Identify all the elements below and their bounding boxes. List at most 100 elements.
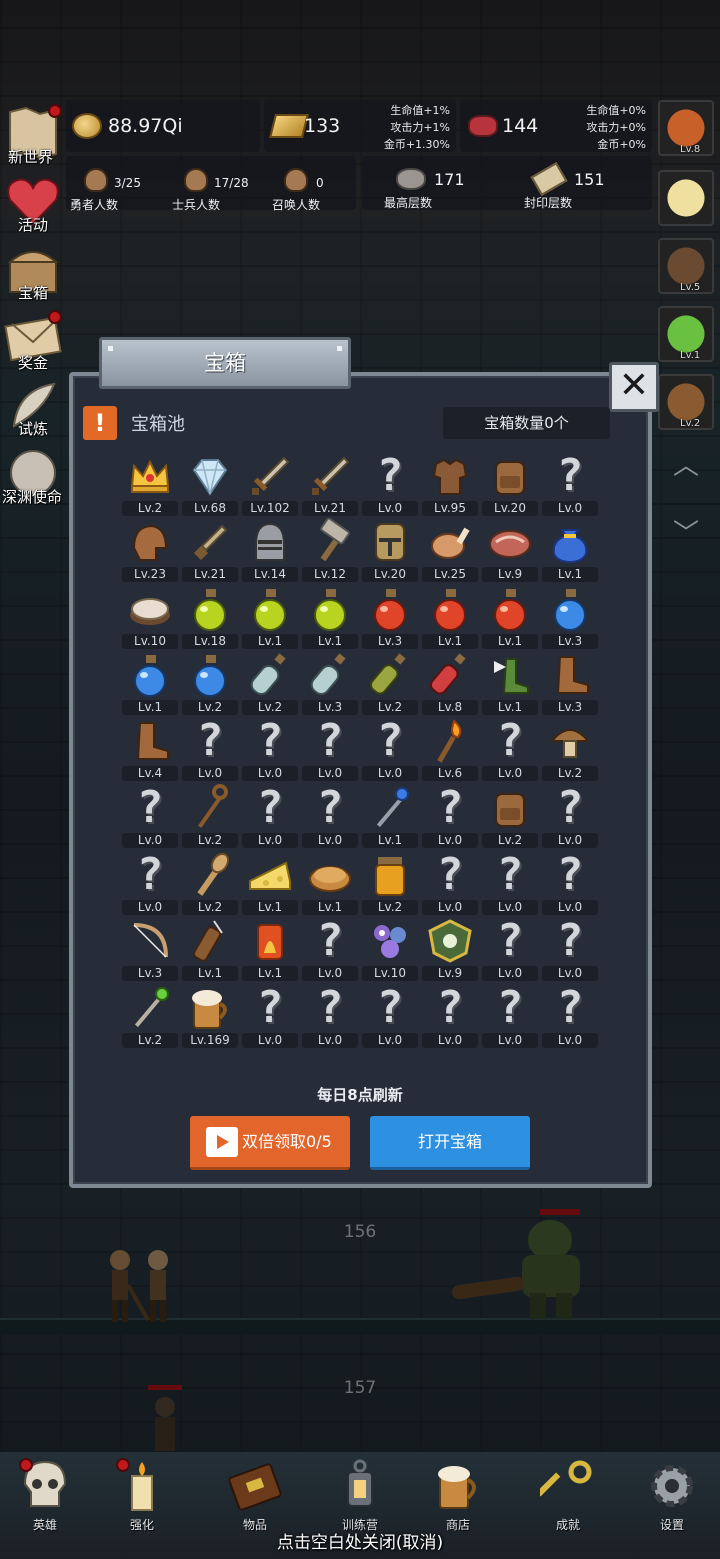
- item-slot[interactable]: Lv.2: [180, 651, 240, 717]
- item-slot[interactable]: Lv.2: [480, 784, 540, 850]
- item-slot[interactable]: Lv.95: [420, 452, 480, 518]
- item-slot[interactable]: Lv.1: [120, 651, 180, 717]
- item-slot[interactable]: Lv.2: [120, 452, 180, 518]
- item-slot[interactable]: ? Lv.0: [300, 917, 360, 983]
- close-hint[interactable]: 点击空白处关闭(取消): [0, 1528, 720, 1553]
- nav-lantern[interactable]: 训练营: [320, 1458, 400, 1538]
- item-level: Lv.3: [302, 700, 358, 715]
- nav-candle[interactable]: 强化: [102, 1458, 182, 1538]
- beer-icon: [186, 984, 234, 1032]
- unknown-icon: ?: [316, 782, 344, 833]
- item-slot[interactable]: Lv.1: [300, 585, 360, 651]
- item-slot[interactable]: ? Lv.0: [540, 452, 600, 518]
- item-slot[interactable]: ? Lv.0: [120, 851, 180, 917]
- scroll-down-icon[interactable]: ﹀: [670, 518, 702, 550]
- item-slot[interactable]: Lv.2: [360, 851, 420, 917]
- item-slot[interactable]: Lv.3: [540, 651, 600, 717]
- staff-icon: [186, 784, 234, 832]
- nav-beer[interactable]: 商店: [418, 1458, 498, 1538]
- item-slot[interactable]: Lv.18: [180, 585, 240, 651]
- item-slot[interactable]: Lv.8: [420, 651, 480, 717]
- item-slot[interactable]: Lv.1: [240, 917, 300, 983]
- open-chest-button[interactable]: 打开宝箱: [370, 1116, 530, 1170]
- double-claim-button[interactable]: 双倍领取0/5: [190, 1116, 350, 1170]
- item-slot[interactable]: Lv.2: [180, 851, 240, 917]
- unknown-icon: ?: [196, 715, 224, 766]
- item-slot[interactable]: Lv.2: [240, 651, 300, 717]
- item-slot[interactable]: Lv.20: [360, 518, 420, 584]
- item-slot[interactable]: Lv.14: [240, 518, 300, 584]
- cheese-icon: [246, 851, 294, 899]
- item-slot[interactable]: ? Lv.0: [240, 784, 300, 850]
- item-slot[interactable]: Lv.1: [420, 585, 480, 651]
- item-slot[interactable]: ? Lv.0: [480, 851, 540, 917]
- item-slot[interactable]: ? Lv.0: [180, 717, 240, 783]
- item-slot[interactable]: ? Lv.0: [300, 717, 360, 783]
- item-slot[interactable]: Lv.1: [240, 851, 300, 917]
- item-slot[interactable]: Lv.1: [360, 784, 420, 850]
- nav-gear[interactable]: 设置: [632, 1458, 712, 1538]
- item-slot[interactable]: Lv.9: [420, 917, 480, 983]
- item-slot[interactable]: Lv.2: [120, 984, 180, 1050]
- item-slot[interactable]: ? Lv.0: [360, 717, 420, 783]
- item-slot[interactable]: ? Lv.0: [480, 984, 540, 1050]
- item-slot[interactable]: Lv.2: [180, 784, 240, 850]
- wand-icon: [366, 784, 414, 832]
- nav-key[interactable]: 成就: [528, 1458, 608, 1538]
- info-icon[interactable]: !: [83, 406, 117, 440]
- nav-book[interactable]: 物品: [215, 1458, 295, 1538]
- item-slot[interactable]: Lv.68: [180, 452, 240, 518]
- mushroom-icon: [546, 717, 594, 765]
- item-slot[interactable]: Lv.3: [300, 651, 360, 717]
- tentacle-icon: [366, 917, 414, 965]
- item-slot[interactable]: Lv.21: [300, 452, 360, 518]
- close-button[interactable]: ✕: [609, 362, 659, 412]
- item-slot[interactable]: Lv.23: [120, 518, 180, 584]
- unknown-icon: ?: [496, 715, 524, 766]
- item-slot[interactable]: ? Lv.0: [540, 917, 600, 983]
- scroll-up-icon[interactable]: ︿: [670, 450, 702, 482]
- item-slot[interactable]: Lv.21: [180, 518, 240, 584]
- item-slot[interactable]: Lv.102: [240, 452, 300, 518]
- item-slot[interactable]: ? Lv.0: [360, 984, 420, 1050]
- item-slot[interactable]: Lv.1: [480, 585, 540, 651]
- item-slot[interactable]: Lv.1: [300, 851, 360, 917]
- item-level: Lv.1: [422, 634, 478, 649]
- item-slot[interactable]: Lv.9: [480, 518, 540, 584]
- item-slot[interactable]: ? Lv.0: [420, 784, 480, 850]
- item-slot[interactable]: Lv.6: [420, 717, 480, 783]
- item-slot[interactable]: Lv.20: [480, 452, 540, 518]
- unknown-icon: ?: [316, 915, 344, 966]
- candle-icon[interactable]: [658, 170, 714, 226]
- item-slot[interactable]: Lv.10: [120, 585, 180, 651]
- item-slot[interactable]: Lv.10: [360, 917, 420, 983]
- nav-skull[interactable]: 英雄: [5, 1458, 85, 1538]
- item-slot[interactable]: Lv.3: [540, 585, 600, 651]
- item-slot[interactable]: ? Lv.0: [540, 984, 600, 1050]
- item-slot[interactable]: ? Lv.0: [300, 984, 360, 1050]
- item-slot[interactable]: Lv.2: [360, 651, 420, 717]
- lantern-icon: [332, 1458, 388, 1514]
- item-slot[interactable]: ? Lv.0: [360, 452, 420, 518]
- item-slot[interactable]: ? Lv.0: [480, 917, 540, 983]
- item-slot[interactable]: ? Lv.0: [540, 784, 600, 850]
- item-slot[interactable]: Lv.1: [240, 585, 300, 651]
- item-slot[interactable]: ? Lv.0: [540, 851, 600, 917]
- item-slot[interactable]: ? Lv.0: [420, 851, 480, 917]
- item-slot[interactable]: ? Lv.0: [120, 784, 180, 850]
- item-slot[interactable]: ? Lv.0: [300, 784, 360, 850]
- item-slot[interactable]: Lv.1: [540, 518, 600, 584]
- item-slot[interactable]: ? Lv.0: [240, 717, 300, 783]
- item-slot[interactable]: ? Lv.0: [420, 984, 480, 1050]
- item-slot[interactable]: Lv.12: [300, 517, 360, 584]
- item-slot[interactable]: Lv.4: [120, 717, 180, 783]
- item-slot[interactable]: Lv.25: [420, 518, 480, 584]
- item-slot[interactable]: ? Lv.0: [480, 717, 540, 783]
- item-slot[interactable]: Lv.3: [360, 585, 420, 651]
- item-slot[interactable]: Lv.1: [180, 917, 240, 983]
- item-slot[interactable]: Lv.3: [120, 917, 180, 983]
- item-slot[interactable]: Lv.169: [180, 984, 240, 1050]
- item-slot[interactable]: Lv.1: [480, 651, 540, 717]
- item-slot[interactable]: ? Lv.0: [240, 984, 300, 1050]
- item-slot[interactable]: Lv.2: [540, 717, 600, 783]
